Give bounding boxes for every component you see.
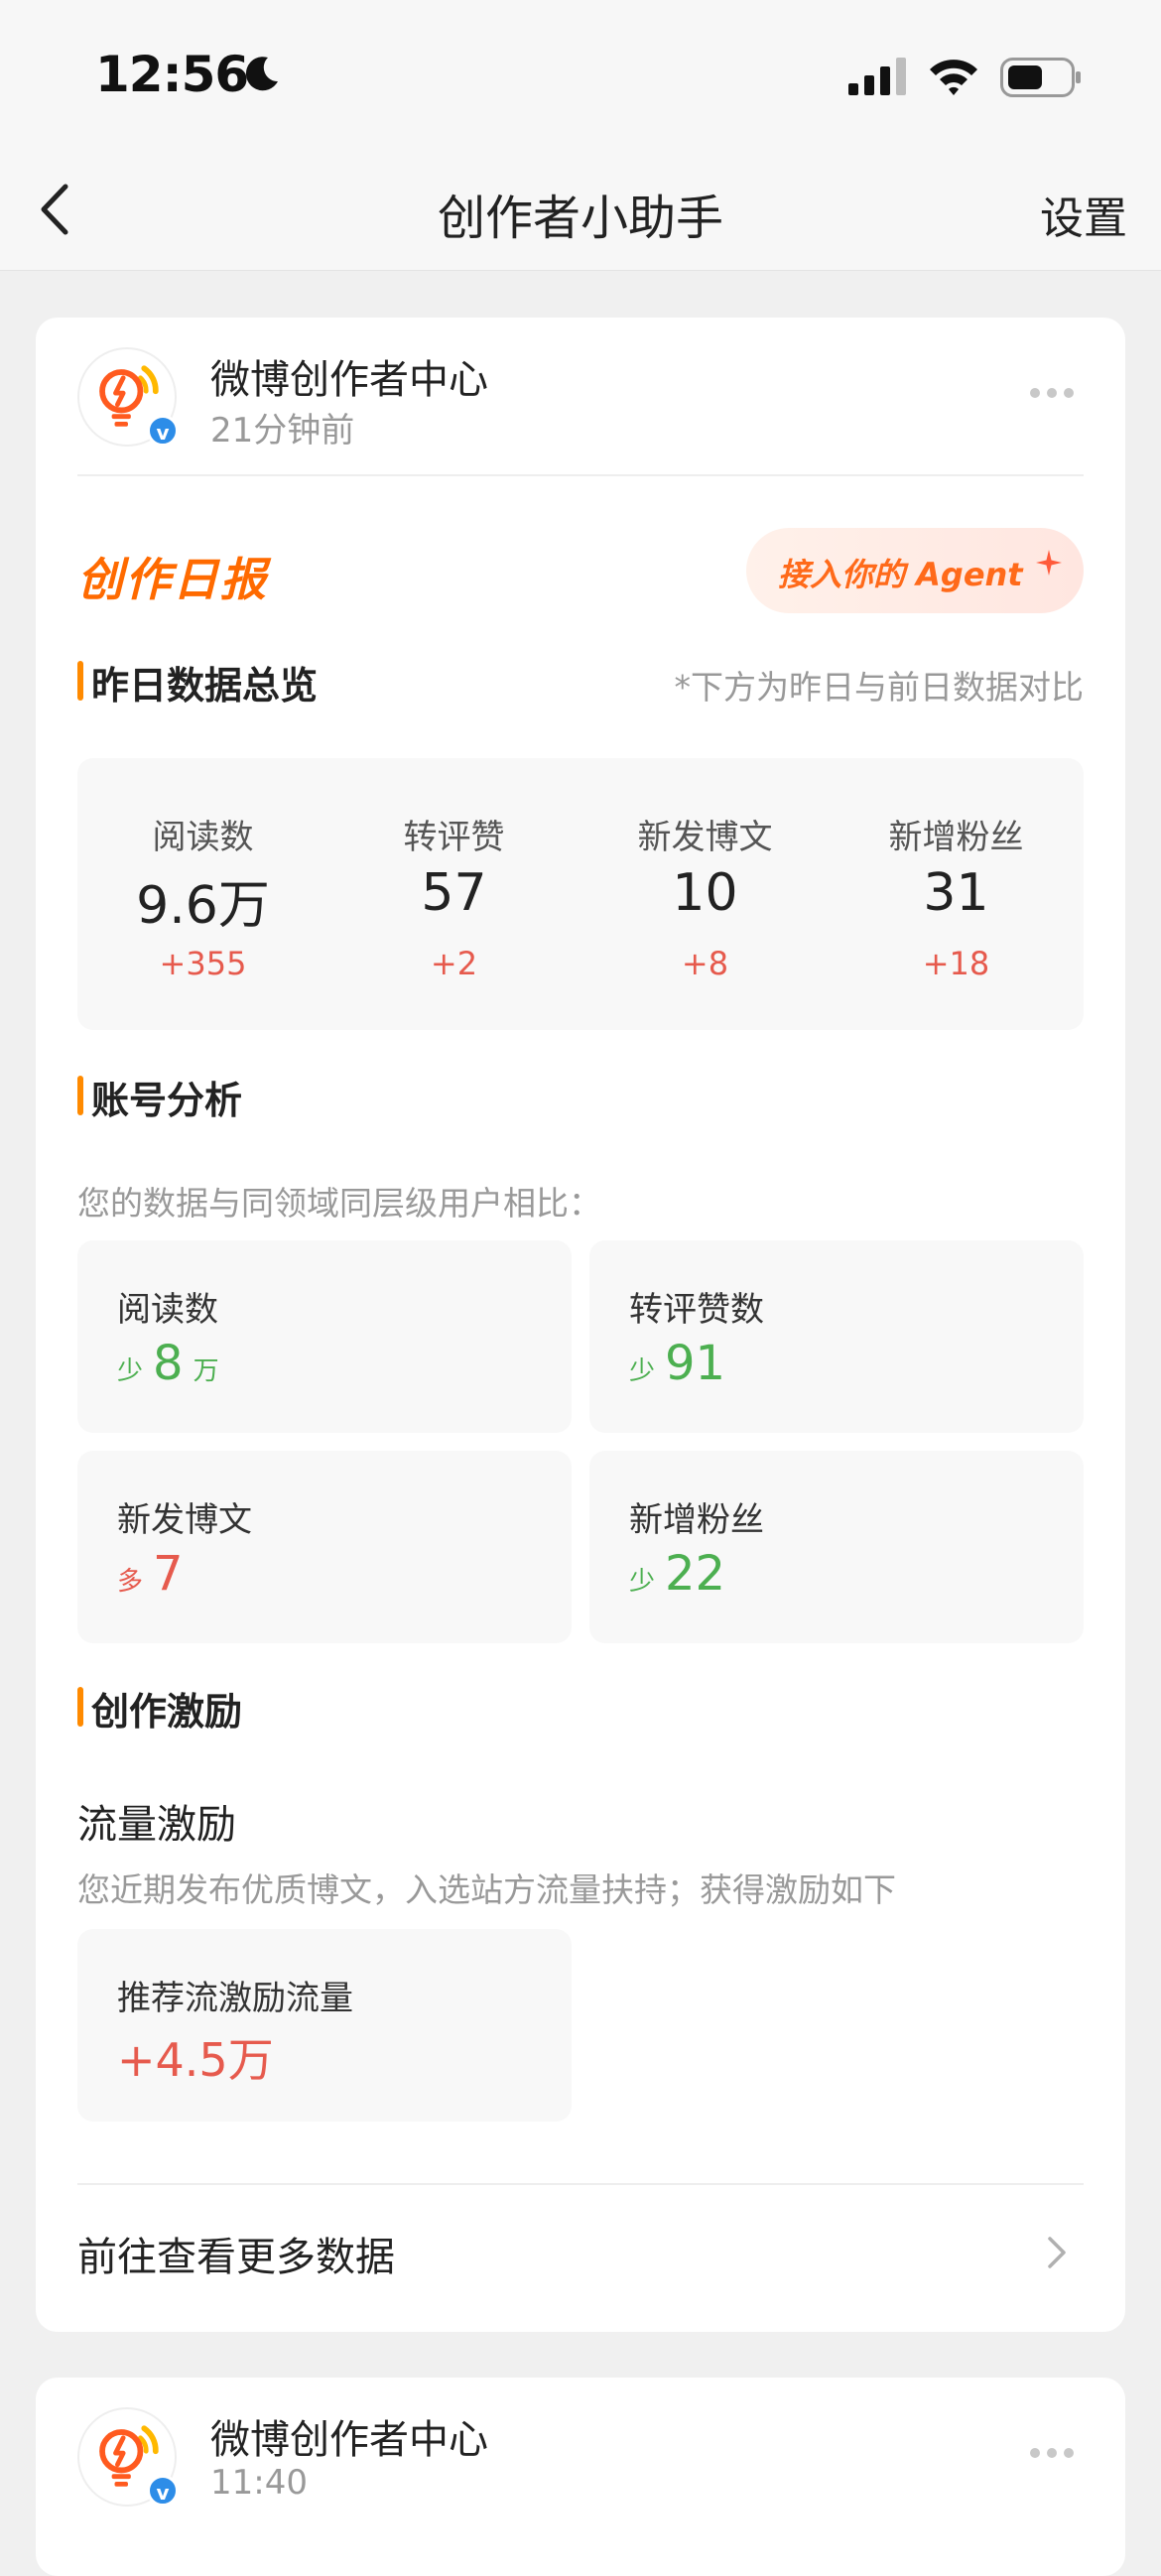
avatar[interactable]: v <box>77 347 179 447</box>
card-header: v 微博创作者中心 21分钟前 <box>77 347 1084 451</box>
post-time: 21分钟前 <box>210 411 355 451</box>
overview-title: 昨日数据总览 <box>91 664 319 708</box>
stat-value: 57 <box>421 863 487 923</box>
tile-label: 新发博文 <box>117 1500 252 1540</box>
tile-label: 推荐流激励流量 <box>117 1979 353 2018</box>
incentive-title: 创作激励 <box>91 1690 243 1734</box>
traffic-title: 流量激励 <box>77 1802 236 1848</box>
analysis-tile-reads[interactable]: 阅读数 少8万 <box>77 1240 572 1433</box>
status-bar: 12:56 <box>0 0 1161 149</box>
section-indicator <box>77 1687 83 1727</box>
tile-label: 阅读数 <box>117 1290 218 1330</box>
message-card: v 微博创作者中心 21分钟前 创作日报 接入你的 Agent 昨日数据总览 *… <box>36 318 1125 2332</box>
stat-delta: +355 <box>159 945 247 982</box>
avatar[interactable]: v <box>77 2407 179 2507</box>
stat-new-posts[interactable]: 新发博文 10 +8 <box>580 758 831 1030</box>
page-title: 创作者小助手 <box>437 191 723 246</box>
view-more-label: 前往查看更多数据 <box>77 2235 395 2280</box>
stat-label: 阅读数 <box>152 818 254 857</box>
tile-value: 少8万 <box>117 1336 219 1391</box>
settings-button[interactable]: 设置 <box>1040 183 1127 246</box>
overview-stats: 阅读数 9.6万 +355 转评赞 57 +2 新发博文 10 +8 新增粉丝 … <box>77 758 1084 1030</box>
account-name[interactable]: 微博创作者中心 <box>210 347 488 405</box>
tile-value: 少 22 <box>629 1546 726 1602</box>
more-options-icon[interactable] <box>1030 383 1084 403</box>
post-time: 11:40 <box>210 2463 308 2503</box>
analysis-desc: 您的数据与同领域同层级用户相比： <box>77 1184 601 1223</box>
stat-delta: +8 <box>681 945 729 982</box>
connect-agent-label: 接入你的 Agent <box>778 556 1023 593</box>
tile-label: 转评赞数 <box>629 1290 764 1330</box>
nav-bar: 创作者小助手 设置 <box>0 149 1161 271</box>
tile-value: 多7 <box>117 1546 184 1602</box>
tile-label: 新增粉丝 <box>629 1500 764 1540</box>
verified-badge-icon: v <box>147 415 179 447</box>
moon-icon <box>245 57 278 91</box>
stat-value: 31 <box>923 863 989 923</box>
stat-new-fans[interactable]: 新增粉丝 31 +18 <box>831 758 1082 1030</box>
stat-label: 新发博文 <box>637 818 773 857</box>
report-title: 创作日报 <box>77 553 268 606</box>
view-more-data-link[interactable]: 前往查看更多数据 <box>77 2185 1084 2316</box>
section-indicator <box>77 661 83 701</box>
traffic-desc: 您近期发布优质博文，入选站方流量扶持；获得激励如下 <box>77 1870 896 1909</box>
divider <box>77 474 1084 476</box>
stat-reads[interactable]: 阅读数 9.6万 +355 <box>77 758 328 1030</box>
wifi-icon <box>930 60 977 95</box>
cellular-signal-icon <box>848 58 906 95</box>
tile-value: +4.5万 <box>117 2033 274 2087</box>
chevron-right-icon <box>1048 2237 1066 2268</box>
connect-agent-button[interactable]: 接入你的 Agent <box>746 528 1084 613</box>
overview-note: *下方为昨日与前日数据对比 <box>674 668 1085 707</box>
analysis-tile-new-posts[interactable]: 新发博文 多7 <box>77 1451 572 1643</box>
status-time: 12:56 <box>95 46 249 103</box>
battery-icon <box>1000 58 1081 97</box>
traffic-tile[interactable]: 推荐流激励流量 +4.5万 <box>77 1929 572 2122</box>
analysis-tile-new-fans[interactable]: 新增粉丝 少 22 <box>589 1451 1084 1643</box>
stat-value: 10 <box>672 863 738 923</box>
analysis-title: 账号分析 <box>91 1079 243 1122</box>
stat-engagement[interactable]: 转评赞 57 +2 <box>328 758 580 1030</box>
card-header: v 微博创作者中心 11:40 <box>77 2407 1084 2507</box>
stat-delta: +2 <box>430 945 478 982</box>
tile-value: 少 91 <box>629 1336 726 1391</box>
account-name[interactable]: 微博创作者中心 <box>210 2407 488 2465</box>
section-indicator <box>77 1076 83 1115</box>
more-options-icon[interactable] <box>1030 2443 1084 2463</box>
message-card: v 微博创作者中心 11:40 <box>36 2378 1125 2576</box>
stat-delta: +18 <box>922 945 990 982</box>
stat-label: 转评赞 <box>403 818 505 857</box>
sparkle-icon <box>1036 550 1062 576</box>
stat-value: 9.6万 <box>136 876 270 936</box>
analysis-tile-engagement[interactable]: 转评赞数 少 91 <box>589 1240 1084 1433</box>
verified-badge-icon: v <box>147 2475 179 2507</box>
stat-label: 新增粉丝 <box>888 818 1024 857</box>
